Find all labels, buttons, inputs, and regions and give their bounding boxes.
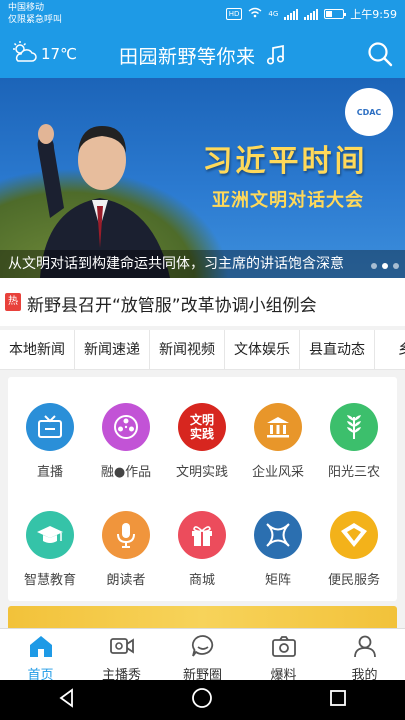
graduation-cap-icon	[26, 511, 74, 559]
cdac-logo: CDAC	[345, 88, 393, 136]
search-button[interactable]	[367, 41, 393, 71]
grid-item-live[interactable]: 直播	[12, 403, 88, 503]
nav-anchor-show[interactable]: 主播秀	[81, 629, 162, 683]
grid-label: 文明实践	[175, 465, 228, 480]
nav-mine[interactable]: 我的	[324, 629, 405, 683]
grid-item-media-works[interactable]: 融●作品	[88, 403, 164, 503]
home-circle-icon[interactable]	[191, 687, 213, 713]
grid-item-matrix[interactable]: 矩阵	[240, 511, 316, 611]
music-note-icon[interactable]	[266, 44, 286, 71]
hot-badge: 热	[5, 293, 21, 311]
wifi-icon	[248, 7, 262, 21]
bottom-nav: 首页 主播秀 新野圈 爆料 我的	[0, 628, 405, 683]
grid-label: 便民服务	[327, 573, 380, 588]
grid-item-convenience[interactable]: 便民服务	[316, 511, 392, 611]
nav-report[interactable]: 爆料	[243, 629, 324, 683]
banner-carousel[interactable]: 习近平时间 亚洲文明对话大会 CDAC 从文明对话到构建命运共同体，习主席的讲话…	[0, 78, 405, 278]
home-icon	[28, 636, 54, 662]
system-icons: HD 4G 上午9:59	[225, 6, 397, 22]
carousel-dot	[393, 263, 399, 269]
grid-item-smart-education[interactable]: 智慧教育	[12, 511, 88, 611]
battery-icon	[324, 9, 347, 19]
chat-bubble-icon	[190, 635, 216, 662]
carrier-info: 中国移动 仅限紧急呼叫	[8, 2, 62, 26]
carousel-dot-active	[382, 263, 388, 269]
video-camera-icon	[109, 638, 135, 662]
user-icon	[352, 635, 378, 662]
carousel-dot	[371, 263, 377, 269]
tab-local-news[interactable]: 本地新闻	[0, 330, 75, 369]
grid-label: 融●作品	[100, 465, 152, 480]
gift-icon	[178, 511, 226, 559]
tv-icon	[26, 403, 74, 451]
clock: 上午9:59	[350, 8, 397, 21]
carrier-name: 中国移动	[8, 3, 45, 13]
grid-item-agriculture[interactable]: 阳光三农	[316, 403, 392, 503]
network-type: 4G	[268, 10, 279, 18]
grid-label: 智慧教育	[23, 573, 76, 588]
carousel-indicator	[371, 263, 399, 269]
grid-label: 矩阵	[264, 573, 291, 588]
film-reel-icon	[102, 403, 150, 451]
feature-grid: 直播 融●作品 文明 实践 文明实践 企业风采 阳光三农 智慧教育 朗读者 商城…	[8, 377, 397, 601]
grid-label: 商城	[188, 573, 215, 588]
headline-text: 新野县召开“放管服”改革协调小组例会	[27, 296, 317, 316]
banner-heading: 习近平时间	[202, 144, 368, 179]
app-header: 17℃ 田园新野等你来	[0, 30, 405, 78]
tab-news-express[interactable]: 新闻速递	[75, 330, 150, 369]
tab-culture-sports[interactable]: 文体娱乐	[225, 330, 300, 369]
wheat-icon	[330, 403, 378, 451]
grid-label: 阳光三农	[327, 465, 380, 480]
grid-item-reader[interactable]: 朗读者	[88, 511, 164, 611]
tab-news-video[interactable]: 新闻视频	[150, 330, 225, 369]
grid-item-enterprise[interactable]: 企业风采	[240, 403, 316, 503]
building-icon	[254, 403, 302, 451]
service-icon	[330, 511, 378, 559]
signal-icon	[284, 8, 299, 20]
recents-icon[interactable]	[328, 688, 348, 712]
tab-township[interactable]: 乡镇	[375, 330, 405, 369]
grid-item-mall[interactable]: 商城	[164, 511, 240, 611]
search-icon	[367, 42, 393, 71]
wenming-shijian-icon: 文明 实践	[178, 403, 226, 451]
banner-caption: 从文明对话到构建命运共同体，习主席的讲话饱含深意	[0, 250, 405, 278]
banner-subheading: 亚洲文明对话大会	[212, 190, 364, 211]
microphone-icon	[102, 511, 150, 559]
hd-badge: HD	[225, 8, 243, 20]
grid-label: 企业风采	[251, 465, 304, 480]
matrix-icon	[254, 511, 302, 559]
status-bar: 中国移动 仅限紧急呼叫 HD 4G 上午9:59	[0, 0, 405, 30]
grid-label: 直播	[36, 465, 63, 480]
nav-circle[interactable]: 新野圈	[162, 629, 243, 683]
page-title: 田园新野等你来	[0, 42, 405, 71]
nav-home[interactable]: 首页	[0, 629, 81, 683]
page-title-text: 田园新野等你来	[118, 46, 256, 68]
hot-headline[interactable]: 热 新野县召开“放管服”改革协调小组例会	[0, 278, 405, 326]
grid-label: 朗读者	[106, 573, 146, 588]
tab-county-news[interactable]: 县直动态	[300, 330, 375, 369]
back-icon[interactable]	[57, 688, 77, 712]
category-tabs: 本地新闻 新闻速递 新闻视频 文体娱乐 县直动态 乡镇	[0, 330, 405, 370]
grid-item-civilization-practice[interactable]: 文明 实践 文明实践	[164, 403, 240, 503]
camera-icon	[271, 636, 297, 662]
emergency-text: 仅限紧急呼叫	[8, 15, 63, 25]
app-screen: 中国移动 仅限紧急呼叫 HD 4G 上午9:59 17℃ 田园新野等你来 习近平…	[0, 0, 405, 720]
signal-icon-2	[304, 8, 319, 20]
system-nav-bar	[0, 680, 405, 720]
